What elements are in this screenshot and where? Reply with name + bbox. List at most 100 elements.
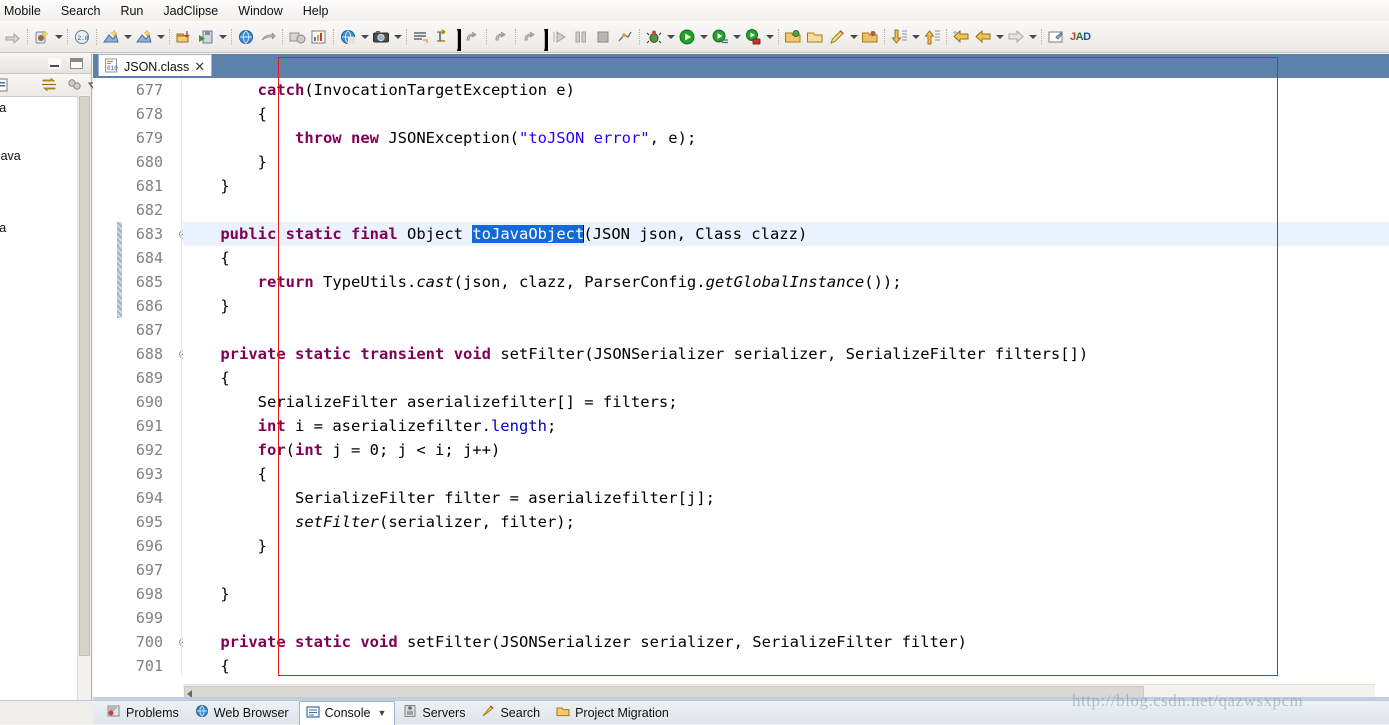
new-element-icon[interactable] bbox=[133, 25, 155, 49]
debug-icon[interactable] bbox=[643, 25, 665, 49]
view-filter-icon[interactable] bbox=[66, 77, 84, 96]
chevron-down-icon[interactable] bbox=[698, 25, 709, 49]
pencil-icon[interactable] bbox=[826, 25, 848, 49]
code-line[interactable]: } bbox=[183, 582, 229, 606]
run-history-icon[interactable] bbox=[709, 25, 731, 49]
chevron-down-icon[interactable] bbox=[392, 25, 403, 49]
view-tab-console[interactable]: Console ▼ bbox=[298, 700, 396, 725]
view-tab-project-migration[interactable]: Project Migration bbox=[550, 701, 677, 724]
code-line[interactable]: private static transient void setFilter(… bbox=[183, 342, 1088, 366]
view-tab-web-browser[interactable]: Web Browser bbox=[189, 701, 297, 724]
step-into-icon[interactable] bbox=[519, 25, 541, 49]
code-editor[interactable]: 677 678 679 680 681 682 683 684 685 686 687 688 689 6… bbox=[93, 78, 1389, 700]
link-with-editor-icon[interactable] bbox=[40, 77, 58, 96]
new-wizard-icon[interactable] bbox=[100, 25, 122, 49]
view-tab-problems[interactable]: Problems bbox=[101, 701, 187, 724]
code-line[interactable]: } bbox=[183, 174, 229, 198]
chevron-down-icon[interactable] bbox=[1027, 25, 1038, 49]
deploy-icon[interactable] bbox=[257, 25, 279, 49]
collapse-all-icon[interactable] bbox=[0, 77, 10, 96]
undeploy-icon[interactable] bbox=[286, 25, 308, 49]
list-item[interactable]: E.java bbox=[0, 149, 21, 163]
code-line[interactable]: SerializeFilter aserializefilter[] = fil… bbox=[183, 390, 678, 414]
export-icon[interactable] bbox=[173, 25, 195, 49]
chevron-down-icon[interactable] bbox=[848, 25, 859, 49]
code-line-current[interactable]: public static final Object toJavaObject(… bbox=[183, 222, 1389, 246]
open-folder-icon[interactable] bbox=[782, 25, 804, 49]
menu-item-mobile[interactable]: Mobile bbox=[0, 2, 51, 20]
list-item[interactable]: ava bbox=[0, 221, 6, 235]
suspend-icon[interactable] bbox=[570, 25, 592, 49]
new-java-project-icon[interactable] bbox=[31, 25, 53, 49]
chevron-down-icon[interactable] bbox=[359, 25, 370, 49]
forward-arrow-icon[interactable] bbox=[2, 25, 24, 49]
code-line[interactable]: SerializeFilter filter = aserializefilte… bbox=[183, 486, 715, 510]
explorer-scrollbar[interactable] bbox=[77, 95, 91, 714]
code-line[interactable]: int i = aserializefilter.length; bbox=[183, 414, 557, 438]
web-service-icon[interactable] bbox=[337, 25, 359, 49]
camera-icon[interactable] bbox=[370, 25, 392, 49]
save-run-icon[interactable] bbox=[195, 25, 217, 49]
code-text[interactable]: catch(InvocationTargetException e) { thr… bbox=[183, 78, 1389, 676]
code-line[interactable]: } bbox=[183, 150, 267, 174]
code-line[interactable]: catch(InvocationTargetException e) bbox=[183, 78, 575, 102]
minimize-button[interactable] bbox=[48, 58, 61, 69]
chevron-down-icon[interactable] bbox=[994, 25, 1005, 49]
menu-item-search[interactable]: Search bbox=[51, 2, 111, 20]
merge-icon[interactable] bbox=[432, 25, 454, 49]
close-icon[interactable]: ✕ bbox=[194, 60, 205, 73]
next-icon[interactable] bbox=[1005, 25, 1027, 49]
chevron-down-icon[interactable] bbox=[217, 25, 228, 49]
previous-icon[interactable] bbox=[972, 25, 994, 49]
tab-json-class[interactable]: 010 JSON.class ✕ bbox=[98, 54, 213, 78]
terminate-icon[interactable] bbox=[592, 25, 614, 49]
view-tab-search[interactable]: Search bbox=[475, 701, 548, 724]
coverage-icon[interactable] bbox=[742, 25, 764, 49]
globe-icon[interactable] bbox=[235, 25, 257, 49]
maximize-button[interactable] bbox=[70, 58, 83, 69]
open-type-icon[interactable]: 2.0 bbox=[71, 25, 93, 49]
back-nav-icon[interactable] bbox=[950, 25, 972, 49]
chevron-down-icon[interactable] bbox=[122, 25, 133, 49]
menu-item-window[interactable]: Window bbox=[228, 2, 292, 20]
code-line[interactable]: { bbox=[183, 246, 229, 270]
menu-item-run[interactable]: Run bbox=[110, 2, 153, 20]
up-arrow-icon[interactable] bbox=[921, 25, 943, 49]
code-line[interactable]: throw new JSONException("toJSON error", … bbox=[183, 126, 696, 150]
chevron-down-icon[interactable] bbox=[665, 25, 676, 49]
profile-icon[interactable] bbox=[614, 25, 636, 49]
code-line[interactable]: } bbox=[183, 534, 267, 558]
chevron-down-icon[interactable] bbox=[155, 25, 166, 49]
refresh-icon[interactable] bbox=[490, 25, 512, 49]
code-line[interactable]: private static void setFilter(JSONSerial… bbox=[183, 630, 967, 654]
step-return-icon[interactable] bbox=[461, 25, 483, 49]
menu-item-jadclipse[interactable]: JadClipse bbox=[153, 2, 228, 20]
chevron-down-icon[interactable] bbox=[53, 25, 64, 49]
list-item[interactable]: ava bbox=[0, 101, 6, 115]
down-arrow-icon[interactable] bbox=[888, 25, 910, 49]
folder-icon[interactable] bbox=[804, 25, 826, 49]
resume-icon[interactable] bbox=[548, 25, 570, 49]
code-line[interactable]: return TypeUtils.cast(json, clazz, Parse… bbox=[183, 270, 902, 294]
view-tab-servers[interactable]: Servers bbox=[397, 701, 473, 724]
run-icon[interactable] bbox=[676, 25, 698, 49]
pin-editor-icon[interactable] bbox=[1045, 25, 1067, 49]
code-line[interactable]: { bbox=[183, 102, 267, 126]
scrollbar-thumb[interactable] bbox=[79, 96, 90, 656]
menu-item-help[interactable]: Help bbox=[293, 2, 339, 20]
code-line[interactable]: } bbox=[183, 294, 229, 318]
chevron-down-icon[interactable] bbox=[764, 25, 775, 49]
code-line[interactable]: { bbox=[183, 654, 229, 676]
code-line[interactable]: { bbox=[183, 366, 229, 390]
chevron-down-icon[interactable] bbox=[910, 25, 921, 49]
code-line[interactable]: for(int j = 0; j < i; j++) bbox=[183, 438, 501, 462]
code-line[interactable]: setFilter(serializer, filter); bbox=[183, 510, 575, 534]
jadclipse-badge[interactable]: JAD bbox=[1067, 31, 1091, 43]
list-icon[interactable] bbox=[410, 25, 432, 49]
chevron-down-icon[interactable] bbox=[731, 25, 742, 49]
code-line[interactable]: { bbox=[183, 462, 267, 486]
report-icon[interactable] bbox=[308, 25, 330, 49]
view-menu-icon[interactable]: ▼ bbox=[377, 708, 386, 718]
open-package-icon[interactable] bbox=[859, 25, 881, 49]
